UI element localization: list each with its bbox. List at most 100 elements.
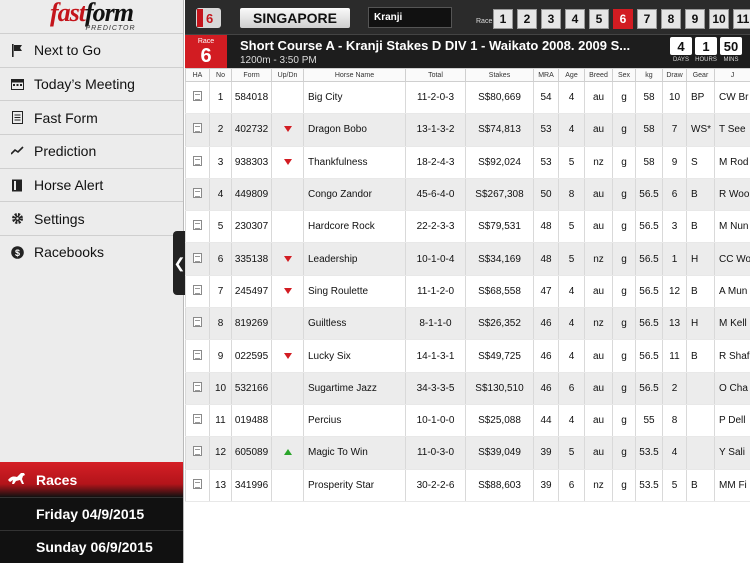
- column-header[interactable]: Total: [405, 68, 466, 82]
- nav-fast-form[interactable]: Fast Form: [0, 100, 183, 134]
- column-header[interactable]: Form: [231, 68, 272, 82]
- ha-cell[interactable]: [185, 146, 210, 179]
- column-header[interactable]: HA: [185, 68, 210, 82]
- race-button-11[interactable]: 11: [733, 9, 750, 29]
- cell-name[interactable]: Sugartime Jazz: [303, 372, 406, 405]
- cell-name[interactable]: Guiltless: [303, 307, 406, 341]
- cell-name[interactable]: Big City: [303, 81, 406, 115]
- cell-kg: 56.5: [635, 242, 663, 276]
- table-row[interactable]: 12 605089 Magic To Win 11-0-3-0 S$39,049 39 5 a…: [185, 436, 750, 470]
- cell-gear: B: [686, 178, 715, 212]
- cell-gear: BP: [686, 81, 715, 115]
- races-header[interactable]: Races: [0, 462, 183, 497]
- race-button-5[interactable]: 5: [589, 9, 609, 29]
- table-row[interactable]: 5 230307 Hardcore Rock 22-2-3-3 S$79,531 48 5 a…: [185, 210, 750, 244]
- document-icon: [193, 188, 202, 199]
- nav-prediction[interactable]: Prediction: [0, 134, 183, 168]
- ha-cell[interactable]: [185, 178, 210, 212]
- race-button-10[interactable]: 10: [709, 9, 729, 29]
- cell-stakes: S$88,603: [465, 469, 534, 502]
- race-button-8[interactable]: 8: [661, 9, 681, 29]
- column-header[interactable]: MRA: [533, 68, 559, 82]
- nav-horse-alert[interactable]: Horse Alert: [0, 167, 183, 202]
- table-row[interactable]: 10 532166 Sugartime Jazz 34-3-3-5 S$130,510 4…: [185, 372, 750, 405]
- column-header[interactable]: Sex: [612, 68, 636, 82]
- cell-age: 6: [558, 372, 585, 405]
- column-header[interactable]: Stakes: [465, 68, 534, 82]
- up-down-cell: [271, 210, 304, 244]
- ha-cell[interactable]: [185, 210, 210, 244]
- document-icon: [193, 91, 202, 102]
- nav-settings[interactable]: Settings: [0, 201, 183, 235]
- cell-jockey: O Cha: [714, 372, 750, 405]
- cell-name[interactable]: Magic To Win: [303, 436, 406, 470]
- cell-stakes: S$74,813: [465, 113, 534, 147]
- column-header[interactable]: J: [714, 68, 750, 82]
- table-row[interactable]: 7 245497 Sing Roulette 11-1-2-0 S$68,558 47 4 a…: [185, 275, 750, 309]
- column-header[interactable]: Horse Name: [303, 68, 406, 82]
- ha-cell[interactable]: [185, 339, 210, 373]
- ha-cell[interactable]: [185, 404, 210, 438]
- cell-name[interactable]: Leadership: [303, 242, 406, 276]
- column-header[interactable]: Up/Dn: [271, 68, 304, 82]
- ha-cell[interactable]: [185, 469, 210, 502]
- table-row[interactable]: 9 022595 Lucky Six 14-1-3-1 S$49,725 46 4 au g 56…: [185, 339, 750, 373]
- logo-fast-text: fast: [50, 0, 86, 27]
- table-row[interactable]: 6 335138 Leadership 10-1-0-4 S$34,169 48 5 nz g 5…: [185, 242, 750, 276]
- cell-sex: g: [612, 339, 636, 373]
- race-button-6[interactable]: 6: [613, 9, 633, 29]
- race-selector-label: Race: [476, 18, 493, 25]
- cell-gear: [686, 436, 715, 470]
- ha-cell[interactable]: [185, 275, 210, 309]
- cell-name[interactable]: Congo Zandor: [303, 178, 406, 212]
- country-flag-badge[interactable]: 6: [196, 8, 221, 28]
- column-header[interactable]: Gear: [686, 68, 715, 82]
- cell-name[interactable]: Dragon Bobo: [303, 113, 406, 147]
- race-button-2[interactable]: 2: [517, 9, 537, 29]
- cell-name[interactable]: Lucky Six: [303, 339, 406, 373]
- ha-cell[interactable]: [185, 242, 210, 276]
- table-row[interactable]: 1 584018 Big City 11-2-0-3 S$80,669 54 4 au g 58 1…: [185, 81, 750, 115]
- race-date-item[interactable]: Sunday 06/9/2015: [0, 530, 183, 563]
- table-row[interactable]: 3 938303 Thankfulness 18-2-4-3 S$92,024 53 5 nz…: [185, 146, 750, 179]
- ha-cell[interactable]: [185, 436, 210, 470]
- table-row[interactable]: 13 341996 Prosperity Star 30-2-2-6 S$88,603 3…: [185, 469, 750, 502]
- cell-name[interactable]: Sing Roulette: [303, 275, 406, 309]
- document-icon: [193, 155, 202, 166]
- region-button[interactable]: SINGAPORE: [240, 8, 350, 28]
- cell-kg: 53.5: [635, 436, 663, 470]
- table-row[interactable]: 2 402732 Dragon Bobo 13-1-3-2 S$74,813 53 4 au g…: [185, 113, 750, 147]
- table-row[interactable]: 11 019488 Percius 10-1-0-0 S$25,088 44 4 au g 55 8…: [185, 404, 750, 438]
- race-button-4[interactable]: 4: [565, 9, 585, 29]
- column-header[interactable]: Age: [558, 68, 585, 82]
- nav-racebooks[interactable]: $ Racebooks: [0, 235, 183, 269]
- column-header[interactable]: kg: [635, 68, 663, 82]
- race-date-item[interactable]: Friday 04/9/2015: [0, 497, 183, 530]
- cell-name[interactable]: Prosperity Star: [303, 469, 406, 502]
- ha-cell[interactable]: [185, 81, 210, 115]
- race-button-9[interactable]: 9: [685, 9, 705, 29]
- column-header[interactable]: Draw: [662, 68, 687, 82]
- table-row[interactable]: 8 819269 Guiltless 8-1-1-0 S$26,352 46 4 nz g 56.…: [185, 307, 750, 341]
- cell-name[interactable]: Hardcore Rock: [303, 210, 406, 244]
- up-down-cell: [271, 113, 304, 147]
- race-button-3[interactable]: 3: [541, 9, 561, 29]
- column-header[interactable]: Breed: [584, 68, 613, 82]
- cell-no: 6: [209, 242, 232, 276]
- flag-icon: [197, 9, 203, 27]
- cell-total: 22-2-3-3: [405, 210, 466, 244]
- cell-name[interactable]: Thankfulness: [303, 146, 406, 179]
- race-button-7[interactable]: 7: [637, 9, 657, 29]
- cell-name[interactable]: Percius: [303, 404, 406, 438]
- ha-cell[interactable]: [185, 113, 210, 147]
- race-button-1[interactable]: 1: [493, 9, 513, 29]
- cell-breed: au: [584, 404, 613, 438]
- nav-next-to-go[interactable]: Next to Go: [0, 33, 183, 67]
- cell-breed: au: [584, 178, 613, 212]
- ha-cell[interactable]: [185, 307, 210, 341]
- nav-todays-meeting[interactable]: Today’s Meeting: [0, 66, 183, 101]
- ha-cell[interactable]: [185, 372, 210, 405]
- column-header[interactable]: No: [209, 68, 232, 82]
- venue-selector[interactable]: Kranji: [368, 7, 452, 28]
- table-row[interactable]: 4 449809 Congo Zandor 45-6-4-0 S$267,308 50 8 a…: [185, 178, 750, 212]
